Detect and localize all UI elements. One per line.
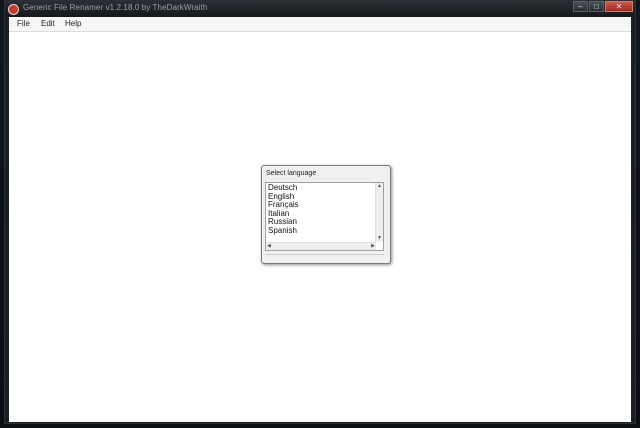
language-list: Deutsch English Français Italian Russian… [268, 183, 299, 236]
scroll-left-arrow-icon[interactable]: ◀ [267, 244, 271, 249]
app-window: Generic File Renamer v1.2.18.0 by TheDar… [4, 0, 636, 424]
window-title: Generic File Renamer v1.2.18.0 by TheDar… [23, 3, 208, 12]
language-dialog: Select language Deutsch English Français… [261, 165, 391, 264]
menu-bar: File Edit Help [9, 17, 631, 32]
menu-edit[interactable]: Edit [41, 19, 55, 28]
app-icon[interactable] [8, 4, 19, 15]
caption-buttons: – □ ✕ [572, 1, 633, 14]
minimize-button[interactable]: – [573, 1, 588, 12]
language-listbox[interactable]: Deutsch English Français Italian Russian… [265, 182, 384, 251]
dialog-footer [265, 254, 384, 260]
horizontal-scrollbar[interactable]: ◀ ▶ [266, 242, 376, 250]
title-bar[interactable]: Generic File Renamer v1.2.18.0 by TheDar… [5, 1, 635, 17]
taskbar-edge [0, 424, 640, 428]
scroll-right-arrow-icon[interactable]: ▶ [371, 244, 375, 249]
close-button[interactable]: ✕ [605, 1, 633, 12]
vertical-scrollbar[interactable]: ▲ ▼ [375, 183, 383, 242]
menu-help[interactable]: Help [65, 19, 81, 28]
maximize-button[interactable]: □ [589, 1, 604, 12]
scroll-down-arrow-icon[interactable]: ▼ [377, 236, 382, 241]
dialog-title: Select language [266, 170, 317, 177]
menu-file[interactable]: File [17, 19, 30, 28]
language-option-spanish[interactable]: Spanish [268, 226, 299, 236]
client-area: Select language Deutsch English Français… [9, 32, 631, 422]
scroll-up-arrow-icon[interactable]: ▲ [377, 184, 382, 189]
